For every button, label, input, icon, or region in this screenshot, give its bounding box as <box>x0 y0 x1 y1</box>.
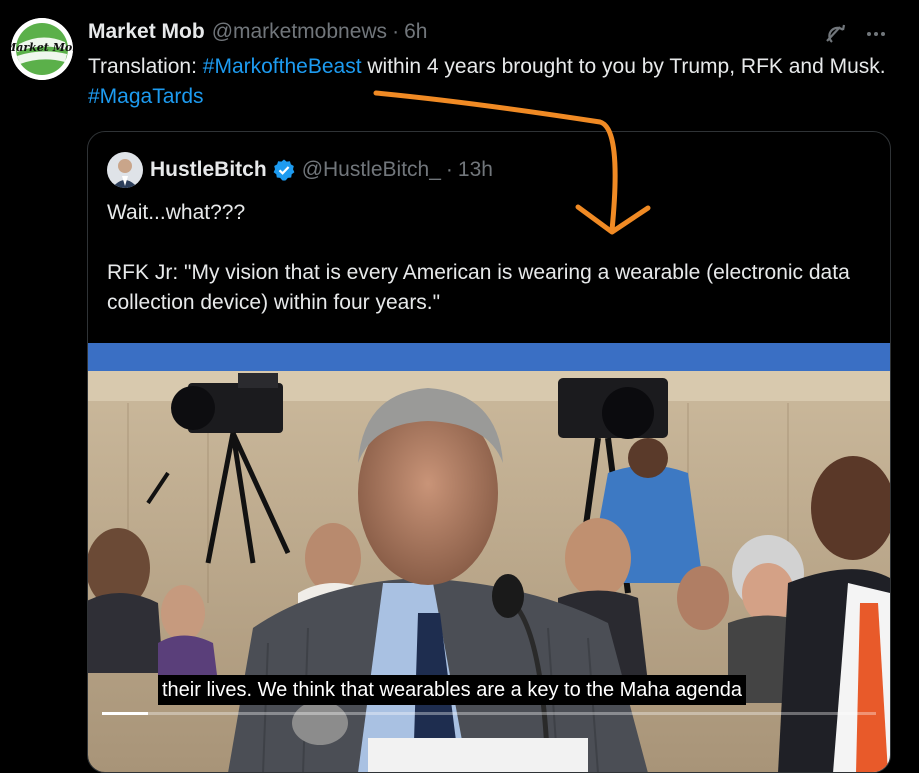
author-name[interactable]: Market Mob <box>88 20 205 44</box>
author-handle[interactable]: @marketmobnews <box>212 20 387 44</box>
quoted-author-avatar[interactable] <box>107 152 143 188</box>
tweet-text: Translation: #MarkoftheBeast within 4 ye… <box>88 52 888 112</box>
hashtag-link[interactable]: #MagaTards <box>88 85 204 108</box>
hashtag-link[interactable]: #MarkoftheBeast <box>203 55 362 78</box>
quoted-author-name[interactable]: HustleBitch <box>150 158 267 182</box>
grok-icon[interactable] <box>821 20 849 48</box>
author-row: Market Mob @marketmobnews · 6h <box>88 18 427 46</box>
video-progress-fill <box>102 712 149 715</box>
quoted-post-time[interactable]: 13h <box>458 158 493 182</box>
quoted-author-row: HustleBitch @HustleBitch_ · 13h <box>150 156 493 184</box>
avatar-logo-text: Market Mob <box>11 41 73 54</box>
quoted-author-handle[interactable]: @HustleBitch_ <box>302 158 441 182</box>
tweet[interactable]: Market Mob Market Mob @marketmobnews · 6… <box>0 0 919 773</box>
video-player[interactable]: their lives. We think that wearables are… <box>88 343 890 772</box>
video-caption: their lives. We think that wearables are… <box>158 675 746 705</box>
quoted-tweet[interactable]: HustleBitch @HustleBitch_ · 13h Wait...w… <box>87 131 891 773</box>
separator-dot: · <box>392 20 400 43</box>
post-time[interactable]: 6h <box>404 20 427 44</box>
author-avatar[interactable]: Market Mob <box>11 18 73 80</box>
separator-dot: · <box>445 158 453 181</box>
more-options-icon[interactable] <box>862 20 890 48</box>
video-frame <box>88 343 890 772</box>
video-progress-bar[interactable] <box>102 712 876 715</box>
verified-badge-icon <box>273 159 295 181</box>
tweet-text-start: Translation: <box>88 55 203 78</box>
tweet-text-middle: within 4 years brought to you by Trump, … <box>361 55 886 78</box>
quoted-tweet-text: Wait...what??? RFK Jr: "My vision that i… <box>107 201 850 314</box>
